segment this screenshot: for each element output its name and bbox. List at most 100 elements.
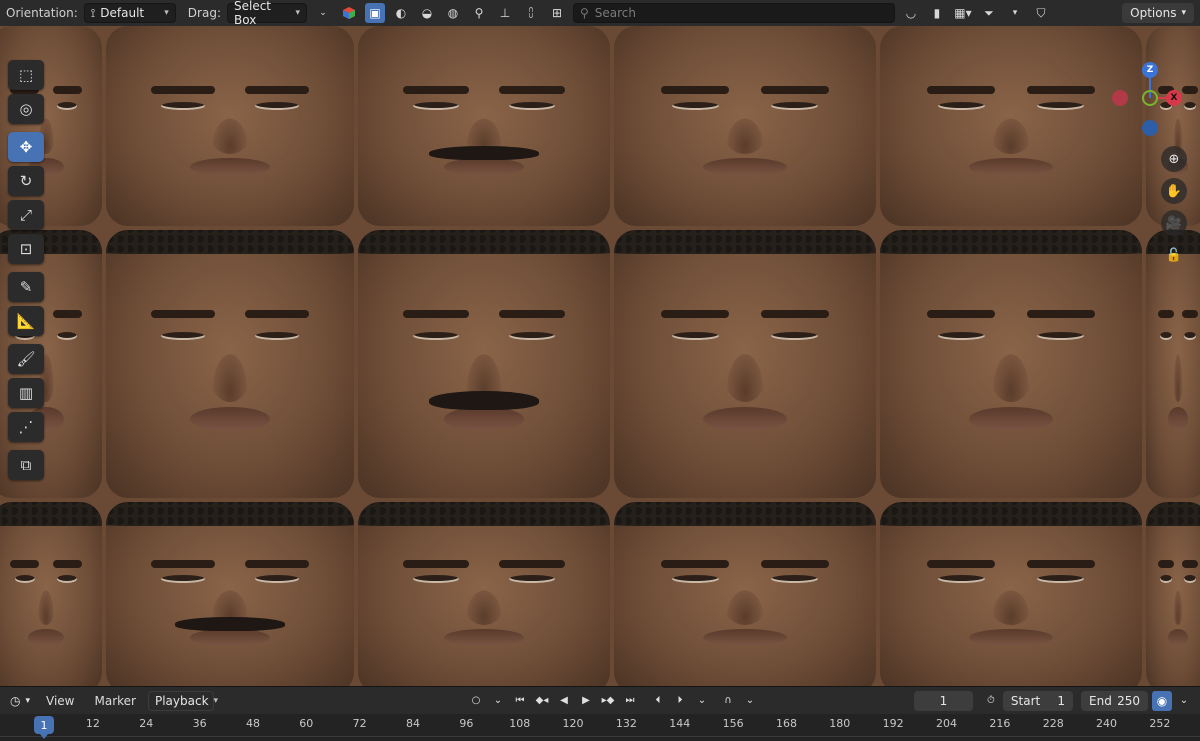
overlay-icon[interactable]: ⚲ [469, 3, 489, 23]
face-eye [14, 574, 35, 583]
y-axis-icon[interactable] [1142, 90, 1158, 106]
play-icon[interactable]: ▶ [576, 691, 596, 711]
chevron-down-icon[interactable]: ⌄ [740, 691, 760, 711]
face-brow [52, 86, 82, 94]
ruler-tick: 252 [1149, 717, 1171, 730]
select-box-icon[interactable]: ⬚ [8, 60, 44, 90]
uv-grid-icon[interactable]: ▥ [8, 378, 44, 408]
chevron-down-icon[interactable]: ⌄ [313, 3, 333, 23]
measure-icon[interactable]: 📐 [8, 306, 44, 336]
face-eye [1037, 102, 1085, 110]
shading-rendered-icon[interactable]: ◍ [443, 3, 463, 23]
face-mouth [1167, 406, 1189, 431]
options-button[interactable]: Options ▾ [1122, 3, 1194, 23]
editor-type-dropdown[interactable]: ◷ ▾ [6, 690, 35, 711]
filter-icon[interactable]: ⏷ [979, 3, 999, 23]
face-brow [403, 559, 469, 568]
sync-icon[interactable]: ◉ [1152, 690, 1172, 711]
snap-icon[interactable]: ⊞ [547, 3, 567, 23]
frame-ruler[interactable]: 1 12 24 36 48 60 72 84 96 108 120 132 144 156 168 180 1… [0, 714, 1200, 741]
playhead-marker[interactable]: 1 [34, 716, 54, 739]
prev-frame-icon[interactable]: ⏴ [648, 691, 668, 711]
face-eye [937, 574, 985, 583]
timeline-header: ◷ ▾ View Marker Playback ▾ ○ ⌄ ⏮ ◆◂ ◀ ▶ ▸… [0, 686, 1200, 714]
face-eye [509, 331, 555, 340]
search-field[interactable] [594, 6, 875, 20]
ruler-tick: 12 [85, 717, 100, 730]
face-brow [1026, 310, 1095, 319]
color-cube-icon[interactable] [339, 3, 359, 23]
chevron-down-icon: ▾ [164, 8, 169, 18]
face-eye [57, 574, 78, 583]
align-icon[interactable]: ⩇ [521, 3, 541, 23]
bookmark-icon[interactable]: ▮ [927, 3, 947, 23]
shading-material-icon[interactable]: ◒ [417, 3, 437, 23]
transform-icon[interactable]: ⊡ [8, 234, 44, 264]
view-layout-icon[interactable]: ▦▾ [953, 3, 973, 23]
face-mouth [969, 158, 1053, 176]
chevron-down-icon[interactable]: ⌄ [1174, 691, 1194, 711]
face-nose [463, 586, 505, 625]
hand-pan-icon[interactable]: ✋ [1161, 178, 1187, 204]
camera-icon[interactable]: 🎥 [1161, 210, 1187, 236]
end-frame-field[interactable]: End 250 [1081, 690, 1148, 711]
view-menu[interactable]: View [38, 694, 82, 708]
shear-icon[interactable]: ⋰ [8, 412, 44, 442]
shading-solid-icon[interactable]: ◐ [391, 3, 411, 23]
next-keyframe-icon[interactable]: ▸◆ [598, 691, 618, 711]
current-frame-field[interactable]: 1 [913, 690, 973, 711]
marker-menu[interactable]: Marker [87, 694, 144, 708]
ruler-tick: 156 [722, 717, 744, 730]
face-mustache [175, 617, 285, 631]
z-axis-icon[interactable]: Z [1142, 62, 1158, 78]
select-mode-icon[interactable]: ▣ [364, 3, 385, 23]
ruler-tick: 204 [936, 717, 957, 730]
chevron-down-icon[interactable]: ⌄ [692, 691, 712, 711]
gizmo-icon[interactable]: ⊥ [495, 3, 515, 23]
auto-keying-icon[interactable]: ∩ [718, 691, 738, 711]
face-render [106, 502, 354, 686]
face-brow [661, 310, 730, 319]
jump-end-icon[interactable]: ⏭ [620, 691, 640, 711]
move-icon[interactable]: ✥ [8, 132, 44, 162]
face-render [1146, 230, 1200, 498]
start-frame-field[interactable]: Start 1 [1002, 690, 1074, 711]
orientation-dropdown[interactable]: ⟟ Default ▾ [83, 3, 176, 23]
cursor-icon[interactable]: ◎ [8, 94, 44, 124]
next-frame-icon[interactable]: ⏵ [670, 691, 690, 711]
navigation-gizmo[interactable]: Z X [1112, 62, 1186, 142]
face-nose [37, 586, 55, 625]
lock-icon[interactable]: 🔓 [1161, 242, 1187, 268]
face-brow [760, 559, 829, 568]
face-mouth [190, 406, 270, 431]
record-icon[interactable]: ○ [466, 691, 486, 711]
prev-keyframe-icon[interactable]: ◆◂ [532, 691, 552, 711]
3d-viewport[interactable]: ⬚ ◎ ✥ ↻ ⤢ ⊡ ✎ 📐 🖌 ▥ ⋰ ⧉ Z X ⊕ ✋ 🎥 🔓 [0, 26, 1200, 686]
annotate-icon[interactable]: ✎ [8, 272, 44, 302]
search-input[interactable]: ⚲ [572, 3, 895, 23]
rotate-icon[interactable]: ↻ [8, 166, 44, 196]
add-cube-icon[interactable]: ⧉ [8, 450, 44, 480]
face-brow [499, 559, 565, 568]
zoom-icon[interactable]: ⊕ [1161, 146, 1187, 172]
face-eye [57, 102, 78, 110]
neg-z-axis-icon[interactable] [1142, 120, 1158, 136]
face-mouth [969, 406, 1053, 431]
drag-dropdown[interactable]: Select Box ▾ [226, 0, 307, 27]
scale-icon[interactable]: ⤢ [8, 200, 44, 230]
stopwatch-icon[interactable]: ⏱ [983, 691, 999, 711]
playback-dropdown[interactable]: Playback ▾ [147, 690, 218, 711]
chevron-down-icon[interactable]: ⌄ [488, 691, 508, 711]
filter-toggle-icon[interactable]: ◡ [901, 3, 921, 23]
face-mouth [703, 406, 787, 431]
jump-start-icon[interactable]: ⏮ [510, 691, 530, 711]
neg-x-axis-icon[interactable] [1112, 90, 1128, 106]
face-eye [937, 331, 985, 340]
x-axis-icon[interactable]: X [1166, 90, 1182, 106]
face-eye [413, 331, 459, 340]
paint-brush-icon[interactable]: 🖌 [8, 344, 44, 374]
face-eye [160, 331, 206, 340]
shield-icon[interactable]: ⛉ [1031, 3, 1051, 23]
chevron-down-icon[interactable]: ▾ [1005, 3, 1025, 23]
play-reverse-icon[interactable]: ◀ [554, 691, 574, 711]
